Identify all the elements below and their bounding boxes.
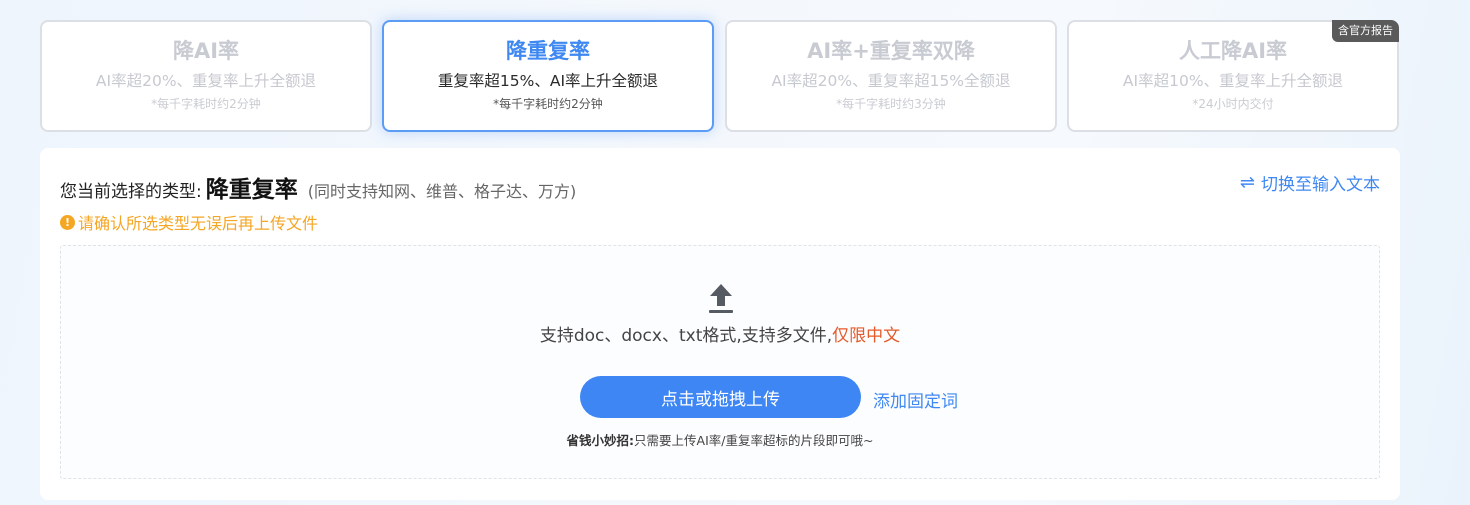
supported-platforms: (同时支持知网、维普、格子达、万方) [307, 182, 577, 201]
card-title: 降重复率 [506, 39, 590, 63]
card-desc: 重复率超15%、AI率上升全额退 [437, 72, 659, 90]
card-manual-reduce-ai[interactable]: 含官方报告 人工降AI率 AI率超10%、重复率上升全额退 *24小时内交付 [1067, 20, 1399, 132]
card-note: *每千字耗时约3分钟 [836, 97, 946, 111]
warning-icon: ! [60, 214, 75, 230]
money-saving-tip: 省钱小妙招:只需要上传AI率/重复率超标的片段即可哦~ [61, 430, 1379, 449]
confirm-warning: ! 请确认所选类型无误后再上传文件 [60, 210, 318, 234]
tip-label: 省钱小妙招: [566, 433, 635, 448]
supported-formats: 支持doc、docx、txt格式,支持多文件,仅限中文 [61, 321, 1379, 346]
card-reduce-duplicate[interactable]: 降重复率 重复率超15%、AI率上升全额退 *每千字耗时约2分钟 [382, 20, 714, 132]
file-dropzone[interactable]: 支持doc、docx、txt格式,支持多文件,仅限中文 点击或拖拽上传 添加固定… [60, 245, 1380, 479]
card-desc: AI率超20%、重复率上升全额退 [95, 72, 317, 90]
switch-to-text-input-link[interactable]: ⇌ 切换至输入文本 [1240, 170, 1380, 195]
card-dual-reduce[interactable]: AI率+重复率双降 AI率超20%、重复率超15%全额退 *每千字耗时约3分钟 [725, 20, 1057, 132]
tip-text: 只需要上传AI率/重复率超标的片段即可哦~ [634, 433, 874, 448]
upload-icon [709, 284, 733, 313]
switch-label: 切换至输入文本 [1261, 175, 1380, 195]
selected-type-label: 您当前选择的类型: [60, 182, 202, 202]
selected-type-value: 降重复率 [205, 177, 298, 203]
card-note: *24小时内交付 [1192, 97, 1274, 111]
card-desc: AI率超20%、重复率超15%全额退 [771, 72, 1011, 90]
selected-type-line: 您当前选择的类型: 降重复率 (同时支持知网、维普、格子达、万方) [60, 170, 576, 206]
formats-text: 支持doc、docx、txt格式,支持多文件, [539, 326, 833, 346]
add-fixed-words-link[interactable]: 添加固定词 [873, 387, 958, 412]
chinese-only-note: 仅限中文 [832, 326, 901, 346]
card-title: AI率+重复率双降 [807, 39, 975, 63]
swap-arrows-icon: ⇌ [1239, 172, 1255, 193]
official-report-badge: 含官方报告 [1332, 20, 1399, 42]
card-desc: AI率超10%、重复率上升全额退 [1122, 72, 1344, 90]
card-note: *每千字耗时约2分钟 [151, 97, 261, 111]
card-note: *每千字耗时约2分钟 [493, 97, 603, 111]
card-reduce-ai[interactable]: 降AI率 AI率超20%、重复率上升全额退 *每千字耗时约2分钟 [40, 20, 372, 132]
warning-text: 请确认所选类型无误后再上传文件 [78, 214, 319, 233]
card-title: 降AI率 [172, 39, 240, 63]
upload-panel: 您当前选择的类型: 降重复率 (同时支持知网、维普、格子达、万方) ⇌ 切换至输… [40, 148, 1400, 500]
type-cards: 降AI率 AI率超20%、重复率上升全额退 *每千字耗时约2分钟 降重复率 重复… [40, 20, 1400, 132]
upload-button[interactable]: 点击或拖拽上传 [580, 376, 861, 418]
